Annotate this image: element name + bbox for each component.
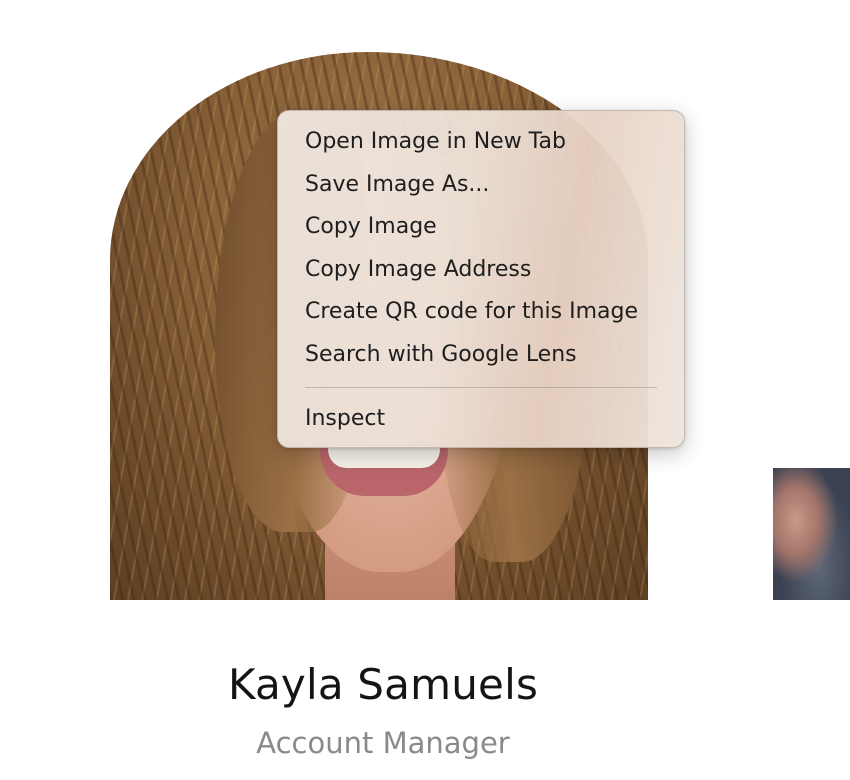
context-menu: Open Image in New Tab Save Image As... C… — [277, 110, 685, 448]
menu-separator — [305, 386, 657, 388]
menu-item-open-image-new-tab[interactable]: Open Image in New Tab — [278, 121, 684, 164]
menu-item-copy-image-address[interactable]: Copy Image Address — [278, 249, 684, 292]
menu-item-search-google-lens[interactable]: Search with Google Lens — [278, 334, 684, 377]
next-profile-photo[interactable] — [773, 468, 850, 600]
menu-item-inspect[interactable]: Inspect — [278, 398, 684, 441]
menu-item-copy-image[interactable]: Copy Image — [278, 206, 684, 249]
person-title: Account Manager — [256, 726, 510, 760]
person-name: Kayla Samuels — [227, 660, 539, 709]
menu-item-save-image-as[interactable]: Save Image As... — [278, 164, 684, 207]
teeth — [328, 446, 440, 468]
menu-item-create-qr-code[interactable]: Create QR code for this Image — [278, 291, 684, 334]
page: Kayla Samuels Account Manager Open Image… — [0, 0, 850, 780]
